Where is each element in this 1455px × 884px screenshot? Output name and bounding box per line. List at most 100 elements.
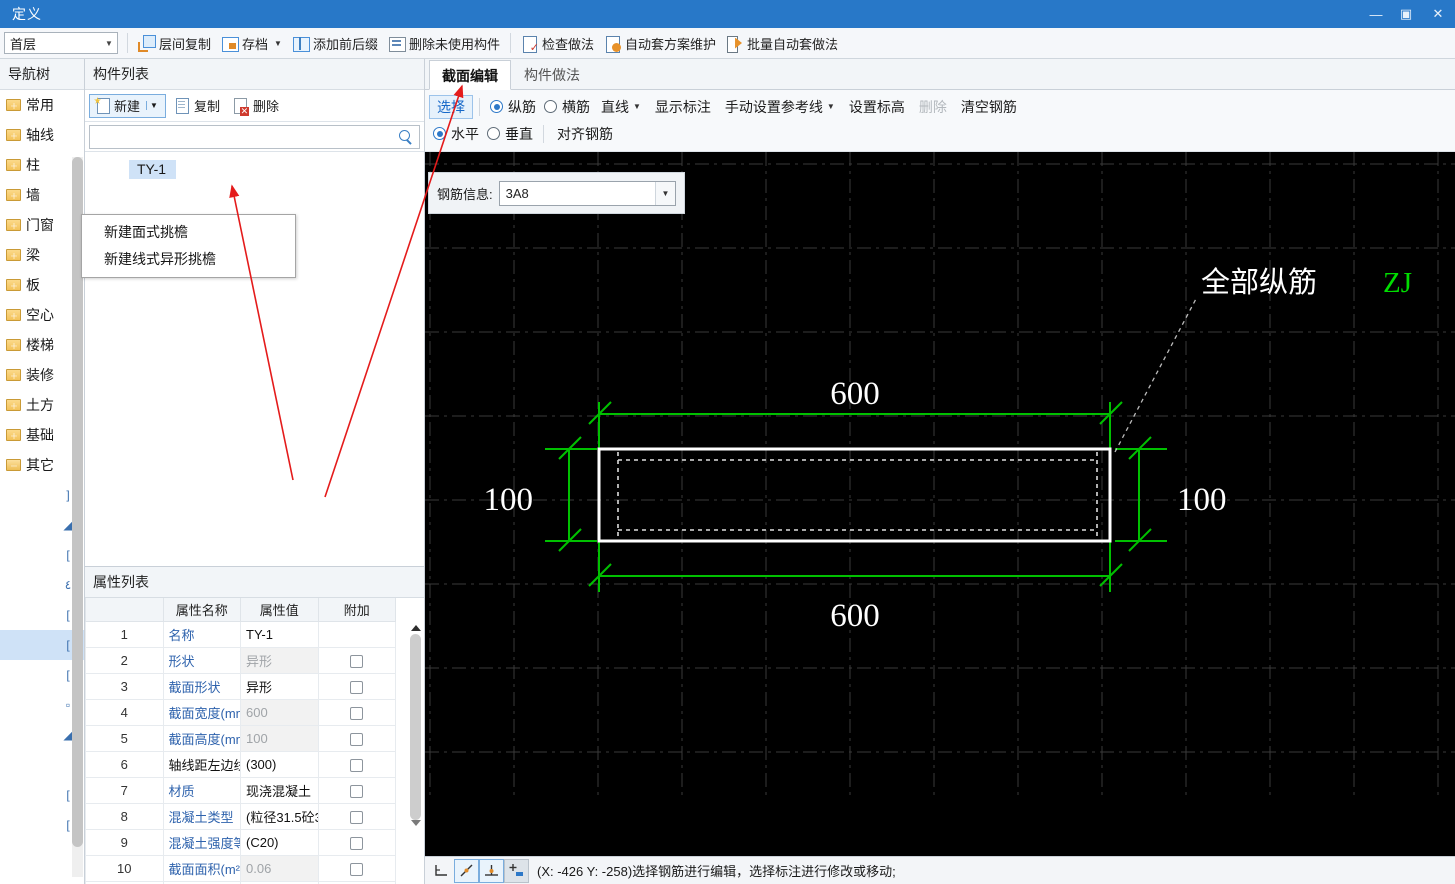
perpendicular-snap-icon[interactable] bbox=[479, 858, 504, 883]
radio-vertical[interactable]: 垂直 bbox=[483, 124, 537, 144]
property-value[interactable]: TY-1 bbox=[240, 620, 319, 648]
attach-cell[interactable] bbox=[317, 854, 396, 882]
checkbox[interactable] bbox=[350, 836, 364, 850]
select-tool-button[interactable]: 选择 bbox=[429, 94, 473, 119]
menu-item-new-surface-eave[interactable]: 新建面式挑檐 bbox=[82, 219, 295, 246]
close-icon[interactable]: ✕ bbox=[1421, 0, 1455, 28]
ortho-snap-icon[interactable] bbox=[429, 859, 454, 883]
chevron-down-icon[interactable]: ▼ bbox=[633, 102, 641, 111]
add-affix-button[interactable]: 添加前后缀 bbox=[287, 31, 383, 55]
section-canvas[interactable]: 600 600 100 100 全部纵筋 ZJ bbox=[425, 152, 1455, 856]
property-value[interactable]: (C20) bbox=[240, 828, 319, 856]
tab-section-edit[interactable]: 截面编辑 bbox=[429, 60, 511, 90]
sidebar-item-1[interactable]: 轴线 bbox=[0, 120, 84, 150]
checkbox[interactable] bbox=[350, 732, 364, 746]
property-value[interactable]: (300) bbox=[240, 750, 319, 778]
search-icon[interactable] bbox=[399, 129, 413, 144]
checkbox[interactable] bbox=[350, 706, 364, 720]
menu-item-new-line-irregular-eave[interactable]: 新建线式异形挑檐 bbox=[82, 246, 295, 273]
checkbox[interactable] bbox=[350, 758, 364, 772]
radio-on-icon[interactable] bbox=[490, 100, 503, 113]
line-tool-button[interactable]: 直线 ▼ bbox=[594, 97, 648, 117]
radio-off-icon[interactable] bbox=[544, 100, 557, 113]
attach-cell[interactable] bbox=[317, 698, 396, 726]
diagonal-snap-icon[interactable] bbox=[454, 858, 479, 883]
floor-combo[interactable]: 首层 ▼ bbox=[4, 32, 118, 54]
table-row[interactable]: 2 形状 异形 bbox=[85, 646, 396, 674]
sidebar-item-0[interactable]: 常用 bbox=[0, 90, 84, 120]
component-search-box[interactable] bbox=[89, 124, 420, 149]
new-component-button[interactable]: 新建 ▼ bbox=[89, 93, 166, 118]
tab-component-method[interactable]: 构件做法 bbox=[511, 59, 593, 89]
radio-longitudinal-rebar[interactable]: 纵筋 bbox=[486, 97, 540, 117]
copy-component-button[interactable]: 复制 bbox=[168, 94, 225, 118]
attach-cell[interactable] bbox=[317, 620, 396, 648]
rebar-info-combo[interactable]: 3A8 ▼ bbox=[498, 180, 676, 206]
property-value[interactable]: 现浇混凝土 bbox=[240, 776, 319, 804]
table-row[interactable]: 6轴线距左边线...(300) bbox=[85, 750, 396, 778]
property-value[interactable]: 异形 bbox=[240, 672, 319, 700]
scroll-down-icon[interactable] bbox=[410, 820, 421, 826]
radio-horizontal[interactable]: 水平 bbox=[429, 124, 483, 144]
table-row[interactable]: 7 材质 现浇混凝土 bbox=[85, 776, 396, 804]
attach-cell[interactable] bbox=[317, 802, 396, 830]
rebar-dashed-lines bbox=[617, 452, 1098, 538]
check-method-button[interactable]: 检查做法 bbox=[516, 31, 599, 55]
scroll-up-icon[interactable] bbox=[410, 625, 421, 631]
table-row[interactable]: 4截面宽度(mm)600 bbox=[85, 698, 396, 726]
batch-auto-method-button[interactable]: 批量自动套做法 bbox=[721, 31, 843, 55]
align-rebar-button[interactable]: 对齐钢筋 bbox=[550, 124, 620, 144]
window-title: 定义 bbox=[12, 6, 42, 22]
checkbox[interactable] bbox=[350, 862, 364, 876]
delete-unused-button[interactable]: 删除未使用构件 bbox=[383, 31, 505, 55]
attach-cell[interactable] bbox=[317, 750, 396, 778]
property-value[interactable]: 100 bbox=[240, 724, 319, 752]
attach-cell[interactable] bbox=[317, 724, 396, 752]
properties-scrollbar-thumb[interactable] bbox=[410, 634, 421, 820]
table-row[interactable]: 1 名称 TY-1 bbox=[85, 620, 396, 648]
minimize-icon[interactable]: — bbox=[1361, 0, 1391, 28]
radio-transverse-rebar[interactable]: 横筋 bbox=[540, 97, 594, 117]
attach-cell[interactable] bbox=[317, 828, 396, 856]
checkbox[interactable] bbox=[350, 654, 364, 668]
dimension-right-height: 100 bbox=[1177, 482, 1227, 518]
table-row[interactable]: 5截面高度(mm)100 bbox=[85, 724, 396, 752]
checkbox[interactable] bbox=[350, 784, 364, 798]
show-annotation-button[interactable]: 显示标注 bbox=[648, 97, 718, 117]
property-value[interactable]: 0.06 bbox=[240, 854, 319, 882]
search-input[interactable] bbox=[96, 128, 399, 145]
properties-scrollbar[interactable] bbox=[409, 623, 422, 882]
chevron-down-icon[interactable]: ▼ bbox=[146, 101, 161, 110]
table-row[interactable]: 8混凝土类型(粒径31.5砼3... bbox=[85, 802, 396, 830]
auto-plan-maintain-button[interactable]: 自动套方案维护 bbox=[599, 31, 721, 55]
chevron-down-icon[interactable]: ▼ bbox=[101, 39, 117, 48]
table-row[interactable]: 9混凝土强度等级(C20) bbox=[85, 828, 396, 856]
attach-cell[interactable] bbox=[317, 672, 396, 700]
row-number: 2 bbox=[85, 646, 164, 674]
property-value[interactable]: 异形 bbox=[240, 646, 319, 674]
radio-off-icon[interactable] bbox=[487, 127, 500, 140]
table-row[interactable]: 10 截面面积(m²) 0.06 bbox=[85, 854, 396, 882]
checkbox[interactable] bbox=[350, 680, 364, 694]
chevron-down-icon[interactable]: ▼ bbox=[274, 39, 282, 48]
chevron-down-icon[interactable]: ▼ bbox=[655, 181, 675, 205]
intersection-snap-icon[interactable] bbox=[504, 858, 529, 883]
chevron-down-icon[interactable]: ▼ bbox=[827, 102, 835, 111]
clear-rebar-button[interactable]: 清空钢筋 bbox=[954, 97, 1024, 117]
delete-component-button[interactable]: 删除 bbox=[227, 94, 284, 118]
maximize-icon[interactable]: ▣ bbox=[1391, 0, 1421, 28]
property-value[interactable]: (粒径31.5砼3... bbox=[240, 802, 319, 830]
attach-cell[interactable] bbox=[317, 776, 396, 804]
folder-icon bbox=[6, 129, 21, 141]
copy-between-layers-button[interactable]: 层间复制 bbox=[133, 31, 216, 55]
table-row[interactable]: 3 截面形状 异形 bbox=[85, 672, 396, 700]
sidebar-item-label: 土方 bbox=[26, 397, 54, 413]
archive-button[interactable]: 存档 ▼ bbox=[216, 31, 287, 55]
manual-reference-line-button[interactable]: 手动设置参考线 ▼ bbox=[718, 97, 842, 117]
radio-on-icon[interactable] bbox=[433, 127, 446, 140]
attach-cell[interactable] bbox=[317, 646, 396, 674]
set-elevation-button[interactable]: 设置标高 bbox=[842, 97, 912, 117]
property-value[interactable]: 600 bbox=[240, 698, 319, 726]
list-item[interactable]: TY-1 bbox=[129, 160, 177, 179]
checkbox[interactable] bbox=[350, 810, 364, 824]
